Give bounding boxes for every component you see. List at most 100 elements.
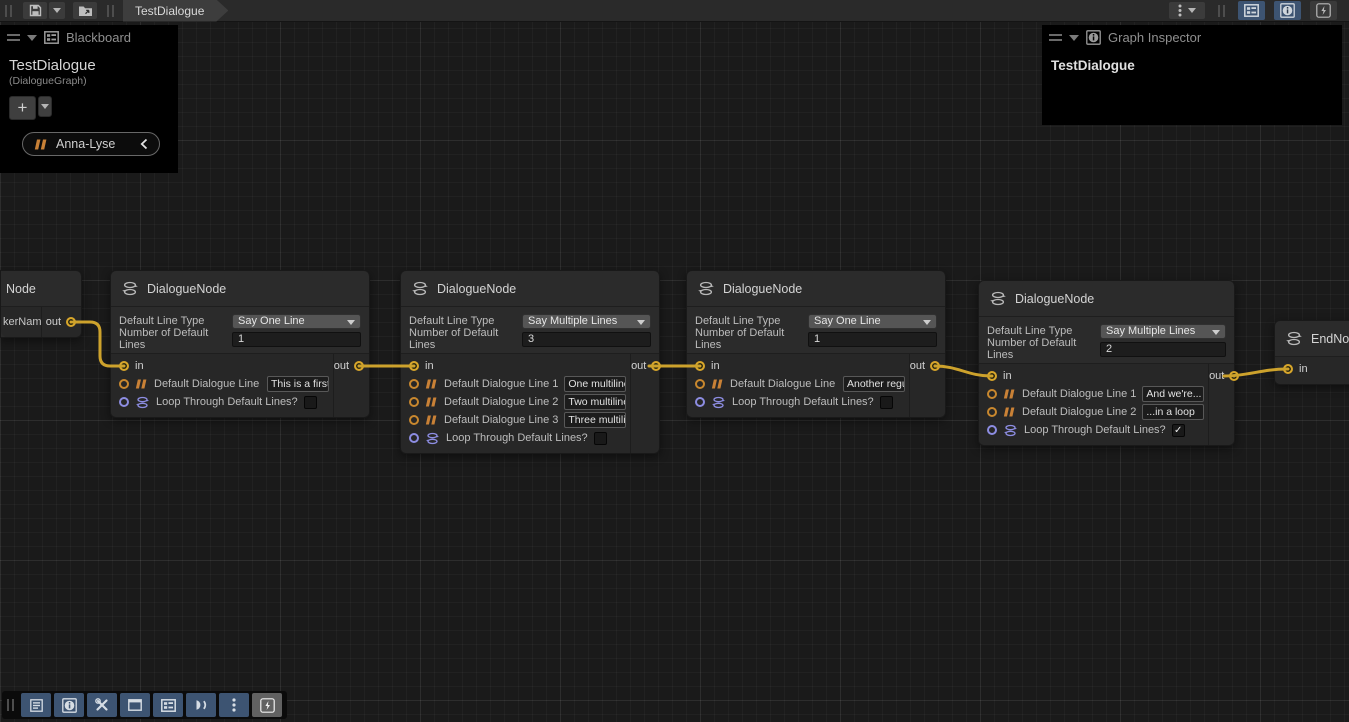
node-title-bar[interactable]: DialogueNode — [979, 281, 1234, 317]
loop-label: Loop Through Default Lines? — [446, 432, 588, 444]
toggle-custom-tool-button[interactable] — [1310, 1, 1337, 20]
toggle-graph-inspector-button[interactable] — [1274, 1, 1301, 20]
blackboard-button[interactable] — [153, 693, 183, 717]
drag-handle-icon[interactable] — [7, 34, 20, 41]
dialogue-node-4[interactable]: DialogueNode Default Line Type Say Multi… — [978, 280, 1235, 446]
tab-testdialogue[interactable]: TestDialogue — [123, 0, 228, 22]
script-button[interactable] — [21, 693, 51, 717]
loop-checkbox[interactable] — [880, 396, 893, 409]
line-type-label: Default Line Type — [409, 315, 522, 327]
speaker-node-partial[interactable]: Node kerName out — [0, 270, 82, 338]
loop-checkbox[interactable] — [594, 432, 607, 445]
loop-checkbox[interactable]: ✓ — [1172, 424, 1185, 437]
save-icon — [29, 4, 42, 17]
in-port[interactable] — [987, 371, 997, 381]
graph-inspector-header[interactable]: Graph Inspector — [1042, 25, 1342, 50]
loop-checkbox[interactable] — [304, 396, 317, 409]
save-button[interactable] — [23, 2, 47, 19]
dialogue-line-port[interactable] — [119, 379, 129, 389]
dialogue-line-field[interactable]: Another regu — [843, 376, 905, 392]
in-port[interactable] — [695, 361, 705, 371]
dialogue-line-port[interactable] — [695, 379, 705, 389]
speaker-icon — [194, 699, 208, 711]
dialogue-node-3[interactable]: DialogueNode Default Line Type Say One L… — [686, 270, 946, 418]
loop-port[interactable] — [119, 397, 129, 407]
line-type-dropdown[interactable]: Say Multiple Lines — [522, 314, 651, 329]
node-title-bar[interactable]: DialogueNode — [401, 271, 659, 307]
loop-label: Loop Through Default Lines? — [1024, 424, 1166, 436]
dialogue-line-field[interactable]: ...in a loop — [1142, 404, 1204, 420]
num-lines-field[interactable]: 1 — [808, 332, 937, 347]
custom-tool-button[interactable] — [252, 693, 282, 717]
dialogue-line-port[interactable] — [987, 407, 997, 417]
node-title-bar[interactable]: DialogueNode — [111, 271, 369, 307]
add-property-options-button[interactable] — [38, 96, 52, 117]
chevron-left-icon[interactable] — [140, 138, 148, 150]
num-lines-field[interactable]: 3 — [522, 332, 651, 347]
collapse-triangle-icon[interactable] — [1069, 35, 1079, 41]
drag-handle-icon[interactable] — [1049, 34, 1062, 41]
line-type-dropdown[interactable]: Say Multiple Lines — [1100, 324, 1226, 339]
tools-button[interactable] — [87, 693, 117, 717]
loop-port[interactable] — [695, 397, 705, 407]
blackboard-field-anna-lyse[interactable]: Anna-Lyse — [22, 132, 160, 156]
out-port[interactable] — [354, 361, 364, 371]
dialogue-line-field[interactable]: One multiline — [564, 376, 626, 392]
quote-icon — [425, 415, 438, 425]
node-title-bar[interactable]: DialogueNode — [687, 271, 945, 307]
in-port[interactable] — [1283, 364, 1293, 374]
in-label: in — [1003, 370, 1012, 382]
collapse-triangle-icon[interactable] — [27, 35, 37, 41]
voice-button[interactable] — [186, 693, 216, 717]
dialogue-line-field[interactable]: This is a first — [267, 376, 329, 392]
dialogue-line-field[interactable]: And we're... — [1142, 386, 1204, 402]
toolbar-drag-handle[interactable] — [5, 5, 12, 17]
end-node[interactable]: EndNode in — [1274, 320, 1349, 385]
toggle-blackboard-button[interactable] — [1238, 1, 1265, 20]
dialogue-node-1[interactable]: DialogueNode Default Line Type Say One L… — [110, 270, 370, 418]
line-type-value: Say Multiple Lines — [1106, 325, 1195, 337]
num-lines-field[interactable]: 2 — [1100, 342, 1226, 357]
dialogue-line-port[interactable] — [409, 379, 419, 389]
in-label: in — [135, 360, 144, 372]
dialogue-cycle-icon — [989, 291, 1007, 306]
dialogue-line-port[interactable] — [987, 389, 997, 399]
chevron-down-icon — [41, 104, 49, 109]
field-name: Anna-Lyse — [56, 137, 115, 151]
dialogue-line-field[interactable]: Two multiline — [564, 394, 626, 410]
add-property-button[interactable]: + — [9, 96, 36, 120]
dialogue-line-label: Default Dialogue Line — [154, 378, 259, 390]
node-title-bar[interactable]: EndNode — [1275, 321, 1349, 357]
view-options-button[interactable] — [1169, 2, 1205, 19]
out-port[interactable] — [66, 317, 76, 327]
node-title-bar[interactable]: Node — [1, 271, 81, 307]
in-port[interactable] — [409, 361, 419, 371]
dialogue-node-2[interactable]: DialogueNode Default Line Type Say Multi… — [400, 270, 660, 454]
more-options-button[interactable] — [219, 693, 249, 717]
dialogue-line-port[interactable] — [409, 397, 419, 407]
window-button[interactable] — [120, 693, 150, 717]
num-lines-label: Number of Default Lines — [695, 327, 808, 351]
loop-port[interactable] — [987, 425, 997, 435]
blackboard-header[interactable]: Blackboard — [0, 25, 178, 50]
out-label: out — [631, 360, 646, 372]
quote-icon — [711, 379, 724, 389]
line-type-dropdown[interactable]: Say One Line — [808, 314, 937, 329]
num-lines-field[interactable]: 1 — [232, 332, 361, 347]
out-port[interactable] — [930, 361, 940, 371]
line-type-dropdown[interactable]: Say One Line — [232, 314, 361, 329]
loop-port[interactable] — [409, 433, 419, 443]
loop-cycle-icon — [711, 396, 726, 409]
chevron-down-icon — [1212, 330, 1220, 335]
inspector-button[interactable] — [54, 693, 84, 717]
dialogue-line-field[interactable]: Three multilin — [564, 412, 626, 428]
out-port[interactable] — [1229, 371, 1239, 381]
save-options-button[interactable] — [49, 2, 65, 19]
in-label: in — [1299, 363, 1308, 375]
toolbar-drag-handle[interactable] — [7, 699, 14, 711]
dialogue-line-port[interactable] — [409, 415, 419, 425]
out-port[interactable] — [651, 361, 661, 371]
in-port[interactable] — [119, 361, 129, 371]
open-asset-button[interactable] — [73, 2, 97, 19]
node-properties: Default Line Type Say One Line Number of… — [687, 307, 945, 354]
